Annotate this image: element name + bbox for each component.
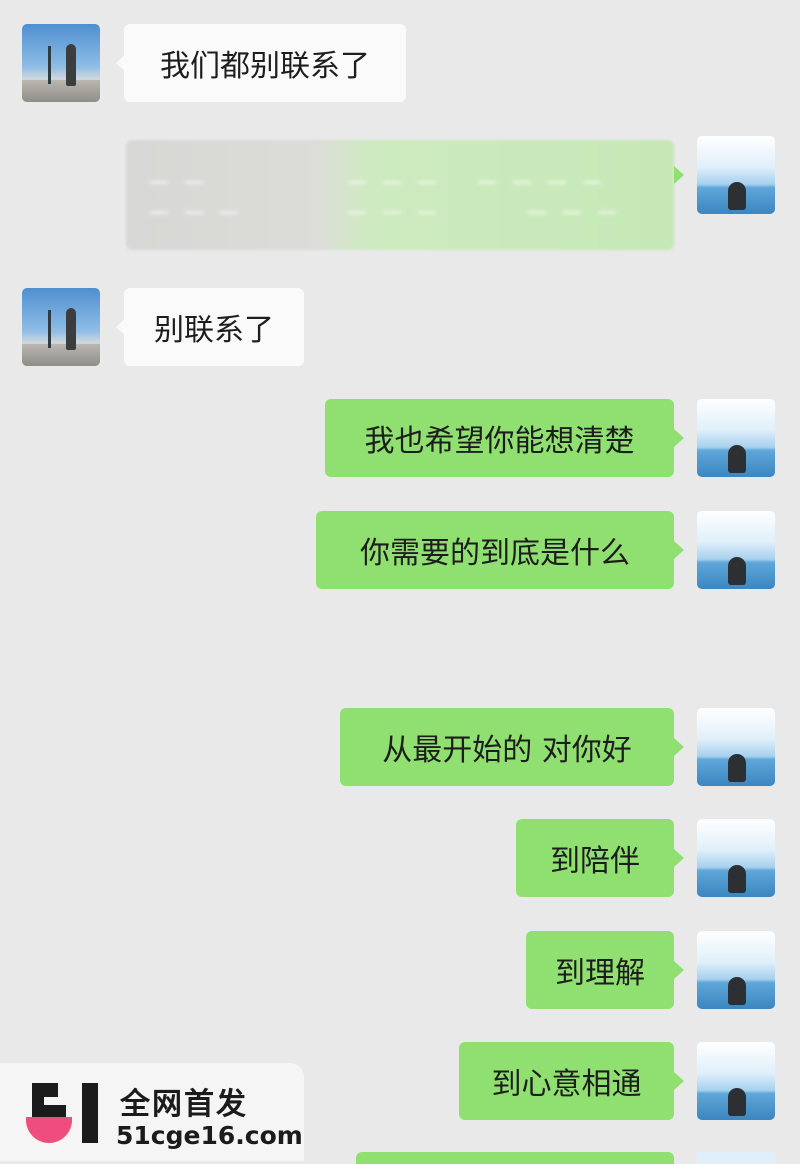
blurred-message-bubble[interactable]: ー ー ー ー ー ー ー ー ー ー ー ー ー ー ー ー ー ー [126,140,674,250]
message-row: 到理解 [0,931,800,1011]
my-avatar[interactable] [697,1042,775,1120]
my-avatar[interactable] [697,399,775,477]
outgoing-message-bubble[interactable]: 我也希望你能想清楚 [325,399,674,477]
contact-avatar[interactable] [22,288,100,366]
outgoing-message-bubble[interactable]: 到陪伴 [516,819,674,897]
my-avatar[interactable] [697,931,775,1009]
message-row: 我也希望你能想清楚 [0,399,800,479]
watermark-url: 51cge16.com [116,1121,303,1150]
watermark-badge: 全网首发 51cge16.com [0,1063,304,1161]
my-avatar[interactable] [697,136,775,214]
my-avatar[interactable] [697,1152,775,1164]
site-logo [24,1081,108,1145]
outgoing-message-bubble[interactable] [356,1152,674,1164]
message-row: 从最开始的 对你好 [0,708,800,788]
my-avatar[interactable] [697,819,775,897]
incoming-message-bubble[interactable]: 别联系了 [124,288,304,366]
contact-avatar[interactable] [22,24,100,102]
message-row: 别联系了 [0,288,800,368]
outgoing-message-bubble[interactable]: 你需要的到底是什么 [316,511,674,589]
outgoing-message-bubble[interactable]: 到心意相通 [459,1042,674,1120]
message-row: 你需要的到底是什么 [0,511,800,591]
outgoing-message-bubble[interactable]: 到理解 [526,931,674,1009]
message-row: 到陪伴 [0,819,800,899]
my-avatar[interactable] [697,511,775,589]
my-avatar[interactable] [697,708,775,786]
watermark-title: 全网首发 [120,1087,248,1122]
outgoing-message-bubble[interactable]: 从最开始的 对你好 [340,708,674,786]
incoming-message-bubble[interactable]: 我们都别联系了 [124,24,406,102]
message-row: 我们都别联系了 [0,24,800,104]
